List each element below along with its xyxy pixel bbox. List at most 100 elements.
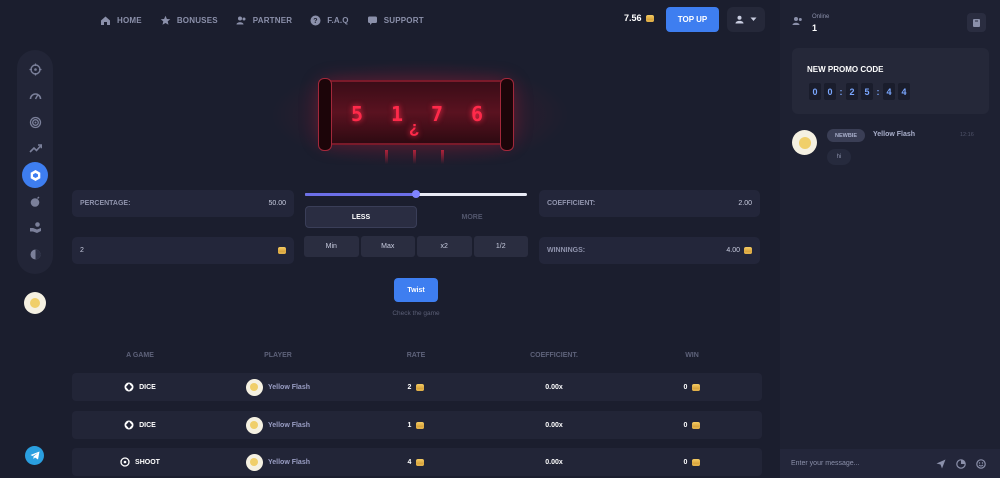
send-icon[interactable] xyxy=(934,456,950,472)
avatar xyxy=(245,378,263,396)
user-menu-button[interactable] xyxy=(727,7,765,32)
coin-icon xyxy=(278,247,286,254)
winnings-value-wrap: 4.00 xyxy=(726,247,752,254)
double-button[interactable]: x2 xyxy=(417,236,472,257)
status-badge: NEWBIE xyxy=(827,129,865,142)
topup-button[interactable]: TOP UP xyxy=(666,7,719,32)
max-button[interactable]: Max xyxy=(360,236,415,257)
question-icon: ? xyxy=(310,15,321,26)
history-table-header: A GAME PLAYER RATE COEFFICIENT. WIN xyxy=(72,352,762,362)
nav-home[interactable]: HOME xyxy=(100,15,142,26)
bet-amount-input[interactable]: 2 xyxy=(72,237,294,264)
book-icon[interactable] xyxy=(967,13,986,32)
promo-timer: 0 0 : 2 5 : 4 4 xyxy=(809,83,910,100)
message-author[interactable]: Yellow Flash xyxy=(873,131,915,138)
timer-digit: 4 xyxy=(883,83,895,100)
rate-value: 1 xyxy=(407,421,412,429)
player-name[interactable]: Yellow Flash xyxy=(268,422,310,429)
avatar xyxy=(245,453,263,471)
chat-message-input[interactable] xyxy=(791,460,930,467)
top-nav: HOME BONUSES PARTNER ? F.A.Q SUPPORT xyxy=(100,0,424,40)
sidebar-item-trend[interactable] xyxy=(22,136,48,163)
gauge-icon xyxy=(29,89,42,102)
crosshair-icon xyxy=(29,63,42,76)
timer-digit: 0 xyxy=(824,83,836,100)
game-name: DICE xyxy=(139,421,156,429)
timer-digit: 4 xyxy=(898,83,910,100)
coin-icon xyxy=(692,421,701,429)
avatar[interactable] xyxy=(792,130,817,155)
nav-support[interactable]: SUPPORT xyxy=(367,15,424,26)
win-cell: 0 xyxy=(652,411,732,439)
twist-button[interactable]: Twist xyxy=(394,278,438,302)
percentage-slider[interactable] xyxy=(305,190,527,198)
users-icon xyxy=(236,15,247,26)
more-button[interactable]: MORE xyxy=(417,206,527,228)
user-avatar[interactable] xyxy=(24,292,46,314)
percentage-field[interactable]: PERCENTAGE: 50.00 xyxy=(72,190,294,217)
coef-value: 0.00x xyxy=(545,458,563,466)
nav-partner[interactable]: PARTNER xyxy=(236,15,292,26)
sticker-icon[interactable] xyxy=(953,456,969,472)
nav-home-label: HOME xyxy=(117,15,142,25)
table-row: SHOOT Yellow Flash 4 0.00x 0 xyxy=(72,448,762,476)
less-button[interactable]: LESS xyxy=(305,206,417,228)
player-name[interactable]: Yellow Flash xyxy=(268,459,310,466)
win-cell: 0 xyxy=(652,448,732,476)
emoji-icon[interactable] xyxy=(973,456,989,472)
sidebar-item-safe[interactable] xyxy=(22,162,48,188)
target-icon xyxy=(29,116,42,129)
coefficient-field: COEFFICIENT: 2.00 xyxy=(539,190,760,217)
game-name: DICE xyxy=(139,383,156,391)
nav-partner-label: PARTNER xyxy=(252,15,293,25)
coin-icon xyxy=(744,247,752,254)
rate-cell: 2 xyxy=(376,373,456,401)
sidebar-item-gauge[interactable] xyxy=(22,83,48,110)
coefficient-value: 2.00 xyxy=(738,200,752,207)
dice-icon xyxy=(124,382,134,392)
safe-question-mark: ¿ xyxy=(409,118,420,137)
coin-icon xyxy=(692,383,701,391)
player-name[interactable]: Yellow Flash xyxy=(268,384,310,391)
player-cell: Yellow Flash xyxy=(238,373,318,401)
safe-drip xyxy=(441,150,444,164)
game-cell: SHOOT xyxy=(100,448,180,476)
sidebar-item-hand-coin[interactable] xyxy=(22,215,48,242)
sidebar-item-bomb[interactable] xyxy=(22,188,48,215)
promo-code-card: NEW PROMO CODE 0 0 : 2 5 : 4 4 xyxy=(792,48,989,114)
users-icon xyxy=(792,16,803,29)
games-sidebar xyxy=(17,50,53,274)
nav-bonuses-label: BONUSES xyxy=(176,15,218,25)
header-rate: RATE xyxy=(406,352,426,359)
min-button[interactable]: Min xyxy=(304,236,359,257)
coef-cell: 0.00x xyxy=(514,411,594,439)
wheel-icon xyxy=(29,248,42,261)
bomb-icon xyxy=(29,195,42,208)
shoot-icon xyxy=(120,457,130,467)
hand-coin-icon xyxy=(29,221,42,234)
online-label: Online xyxy=(812,14,830,20)
header-win: WIN xyxy=(685,352,699,359)
coef-cell: 0.00x xyxy=(514,448,594,476)
slider-thumb[interactable] xyxy=(412,190,420,198)
sidebar-item-target[interactable] xyxy=(22,109,48,136)
promo-title: NEW PROMO CODE xyxy=(807,65,884,74)
win-cell: 0 xyxy=(652,373,732,401)
safe-digit: 1 xyxy=(390,102,404,126)
header-player: PLAYER xyxy=(264,352,292,359)
sidebar-item-crosshair[interactable] xyxy=(22,56,48,83)
half-button[interactable]: 1/2 xyxy=(473,236,528,257)
nav-faq[interactable]: ? F.A.Q xyxy=(310,15,349,26)
safe-digit: 7 xyxy=(430,102,444,126)
coef-cell: 0.00x xyxy=(514,373,594,401)
nav-bonuses[interactable]: BONUSES xyxy=(160,15,218,26)
nav-support-label: SUPPORT xyxy=(383,15,424,25)
telegram-icon[interactable] xyxy=(25,446,44,465)
chevron-down-icon xyxy=(750,17,757,22)
coefficient-label: COEFFICIENT: xyxy=(547,200,596,207)
rate-value: 2 xyxy=(407,383,412,391)
check-game-link[interactable]: Check the game xyxy=(384,310,448,317)
timer-separator: : xyxy=(876,86,880,97)
player-cell: Yellow Flash xyxy=(238,448,318,476)
sidebar-item-wheel[interactable] xyxy=(22,241,48,268)
